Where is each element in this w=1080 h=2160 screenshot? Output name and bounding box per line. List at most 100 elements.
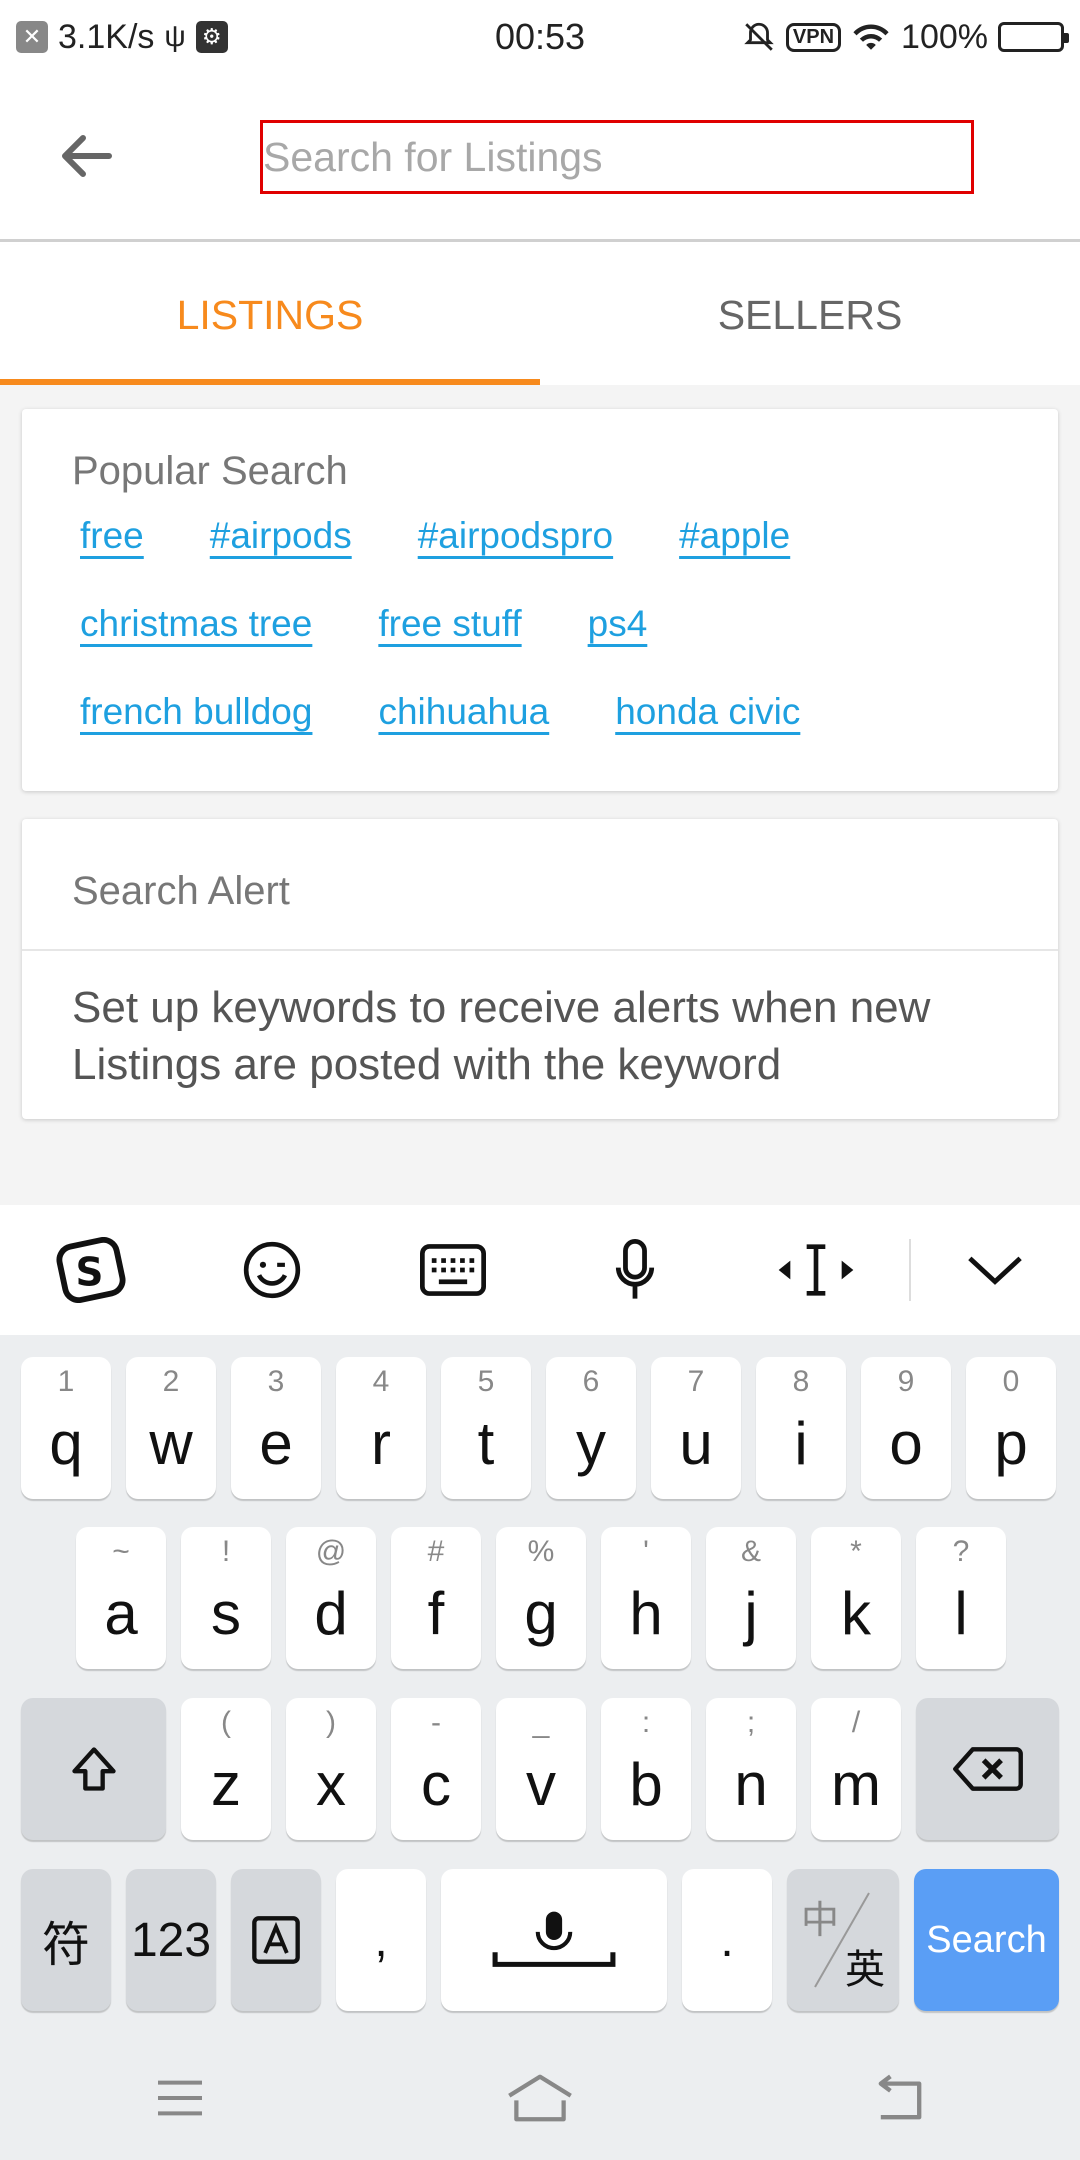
status-bar: ✕ 3.1K/s ψ ⚙ 00:53 VPN 100% (0, 0, 1080, 74)
key-f[interactable]: # f (391, 1527, 481, 1669)
key-k[interactable]: * k (811, 1527, 901, 1669)
battery-percent: 100% (901, 17, 988, 56)
key-x[interactable]: ) x (286, 1698, 376, 1840)
key-w[interactable]: 2w (126, 1357, 216, 1499)
system-nav-bar (0, 2035, 1080, 2160)
search-key[interactable]: Search (914, 1869, 1059, 2011)
key-letter: m (831, 1750, 881, 1818)
key-p[interactable]: 0p (966, 1357, 1056, 1499)
key-z[interactable]: (z (181, 1698, 271, 1840)
usb-icon: ψ (164, 20, 186, 53)
key-h[interactable]: ' h (601, 1527, 691, 1669)
menu-button[interactable] (120, 2058, 240, 2138)
key-number-hint: 3 (267, 1365, 285, 1398)
search-alert-description: Set up keywords to receive alerts when n… (72, 983, 931, 1089)
content-area: Popular Search free #airpods #airpodspro… (0, 385, 1080, 1205)
sogou-logo-icon: S (56, 1237, 126, 1303)
space-key[interactable] (441, 1869, 667, 2011)
key-j[interactable]: & j (706, 1527, 796, 1669)
network-speed: 3.1K/s (58, 17, 155, 56)
notification-close-icon: ✕ (16, 21, 48, 53)
key-d[interactable]: @ d (286, 1527, 376, 1669)
key-letter: n (734, 1750, 768, 1818)
backspace-key[interactable] (916, 1698, 1059, 1840)
key-letter: g (524, 1579, 558, 1647)
key-letter: h (629, 1579, 663, 1647)
wifi-icon (853, 24, 889, 50)
popular-tag[interactable]: #apple (679, 515, 790, 603)
popular-search-card: Popular Search free #airpods #airpodspro… (22, 409, 1058, 791)
period-key-label: . (720, 1913, 734, 1967)
period-key[interactable]: . (682, 1869, 772, 2011)
key-i[interactable]: 8i (756, 1357, 846, 1499)
back-nav-icon (878, 2074, 922, 2119)
key-s[interactable]: ! s (181, 1527, 271, 1669)
back-button[interactable] (50, 126, 120, 186)
key-letter: j (744, 1579, 758, 1647)
search-alert-card[interactable]: Search Alert Set up keywords to receive … (22, 819, 1058, 1119)
popular-tag[interactable]: free (80, 515, 144, 603)
comma-key[interactable]: , (336, 1869, 426, 2011)
key-v[interactable]: _ v (496, 1698, 586, 1840)
key-number-hint: 5 (477, 1365, 495, 1398)
popular-tag[interactable]: french bulldog (80, 691, 312, 779)
emoji-button[interactable] (181, 1205, 362, 1335)
search-alert-title: Search Alert (72, 869, 290, 913)
popular-tag[interactable]: #airpodspro (418, 515, 613, 603)
popular-tag[interactable]: honda civic (615, 691, 800, 779)
key-a[interactable]: ~ a (76, 1527, 166, 1669)
popular-tag[interactable]: ps4 (588, 603, 648, 691)
key-l[interactable]: ? l (916, 1527, 1006, 1669)
key-letter: r (371, 1409, 391, 1477)
back-nav-button[interactable] (840, 2058, 960, 2138)
key-m[interactable]: / m (811, 1698, 901, 1840)
key-e[interactable]: 3e (231, 1357, 321, 1499)
key-symbol-hint: & (740, 1535, 761, 1568)
numbers-key[interactable]: 123 (126, 1869, 216, 2011)
case-key[interactable] (231, 1869, 321, 2011)
key-number-hint: 4 (372, 1365, 390, 1398)
tab-listings[interactable]: LISTINGS (0, 245, 540, 385)
key-letter: v (526, 1750, 556, 1818)
key-t[interactable]: 5t (441, 1357, 531, 1499)
hide-keyboard-button[interactable] (911, 1205, 1080, 1335)
cursor-move-button[interactable] (725, 1205, 906, 1335)
key-c[interactable]: -c (391, 1698, 481, 1840)
shift-key[interactable] (21, 1698, 166, 1840)
symbols-key[interactable]: 符 (21, 1869, 111, 2011)
key-letter: w (149, 1409, 193, 1477)
popular-tag[interactable]: christmas tree (80, 603, 312, 691)
key-n[interactable]: ; n (706, 1698, 796, 1840)
key-letter: x (316, 1750, 346, 1818)
key-u[interactable]: 7u (651, 1357, 741, 1499)
popular-tag[interactable]: free stuff (378, 603, 521, 691)
key-symbol-hint: - (431, 1706, 441, 1739)
key-g[interactable]: % g (496, 1527, 586, 1669)
key-letter: e (259, 1409, 293, 1477)
popular-tag[interactable]: #airpods (210, 515, 352, 603)
key-o[interactable]: 9o (861, 1357, 951, 1499)
key-letter: b (629, 1750, 663, 1818)
key-y[interactable]: 6y (546, 1357, 636, 1499)
tag-row: free #airpods #airpodspro #apple (80, 515, 1040, 603)
sogou-logo-button[interactable]: S (0, 1205, 181, 1335)
key-number-hint: 0 (1002, 1365, 1020, 1398)
search-input[interactable] (263, 123, 971, 191)
home-button[interactable] (480, 2058, 600, 2138)
key-q[interactable]: 1q (21, 1357, 111, 1499)
divider (22, 949, 1058, 951)
svg-text:S: S (75, 1251, 103, 1296)
home-icon (508, 2074, 572, 2121)
keyboard-switch-button[interactable] (363, 1205, 544, 1335)
key-symbol-hint: ~ (112, 1535, 130, 1568)
tab-sellers[interactable]: SELLERS (540, 245, 1080, 385)
language-switch-key[interactable]: 中 英 (787, 1869, 899, 2011)
popular-tag[interactable]: chihuahua (378, 691, 549, 779)
key-b[interactable]: :b (601, 1698, 691, 1840)
voice-input-button[interactable] (544, 1205, 725, 1335)
tab-bar: LISTINGS SELLERS (0, 245, 1080, 385)
key-r[interactable]: 4r (336, 1357, 426, 1499)
text-cursor-icon (778, 1244, 854, 1296)
key-symbol-hint: / (851, 1706, 861, 1739)
tag-row: christmas tree free stuff ps4 (80, 603, 1040, 691)
